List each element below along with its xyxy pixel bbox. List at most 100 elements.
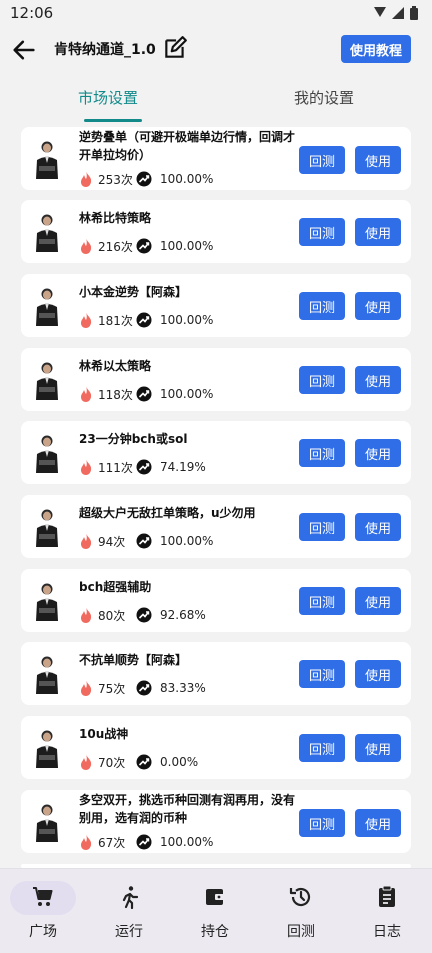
clipboard-icon xyxy=(379,885,395,907)
avatar xyxy=(33,802,61,842)
strategy-card[interactable]: 23一分钟bch或sol 111次 74.19% 回测 使用 xyxy=(21,421,411,484)
strategy-stats: 181次 100.00% xyxy=(79,311,213,329)
backtest-button[interactable]: 回测 xyxy=(299,513,345,541)
use-button[interactable]: 使用 xyxy=(355,660,401,688)
strategy-stats: 94次 100.00% xyxy=(79,532,213,550)
strategy-title: 林希以太策略 xyxy=(79,359,152,373)
avatar xyxy=(33,360,61,400)
nav-plaza[interactable]: 广场 xyxy=(0,869,86,953)
usage-count: 94次 xyxy=(98,534,126,549)
strategy-card[interactable]: bch超强辅助 80次 92.68% 回测 使用 xyxy=(21,569,411,632)
nav-logs[interactable]: 日志 xyxy=(344,869,430,953)
win-rate: 0.00% xyxy=(160,755,199,769)
fire-icon xyxy=(79,459,93,475)
fire-icon xyxy=(79,238,93,254)
backtest-button[interactable]: 回测 xyxy=(299,218,345,246)
usage-count: 253次 xyxy=(98,172,133,187)
nav-label: 回测 xyxy=(287,924,315,940)
use-button[interactable]: 使用 xyxy=(355,366,401,394)
nav-label: 广场 xyxy=(29,924,57,940)
backtest-button[interactable]: 回测 xyxy=(299,366,345,394)
strategy-title: 多空双开，挑选币种回测有润再用，没有别用，选有润的币种 xyxy=(79,793,296,825)
backtest-button[interactable]: 回测 xyxy=(299,439,345,467)
strategy-card[interactable]: 林希比特策略 216次 100.00% 回测 使用 xyxy=(21,200,411,263)
status-time: 12:06 xyxy=(10,4,54,22)
usage-count: 216次 xyxy=(98,239,133,254)
tab-market-settings[interactable]: 市场设置 xyxy=(0,78,216,122)
edit-icon[interactable] xyxy=(162,35,188,61)
cart-icon xyxy=(33,887,53,906)
strategy-card[interactable]: 10u战神 70次 0.00% 回测 使用 xyxy=(21,716,411,779)
page-title: 肯特纳通道_1.0 xyxy=(54,42,156,58)
strategy-card[interactable]: 逆势叠单（可避开极端单边行情，回调才开单拉均价） 253次 100.00% 回测 使用 xyxy=(21,127,411,190)
strategy-title: bch超强辅助 xyxy=(79,580,152,594)
fire-icon xyxy=(79,680,93,696)
use-button[interactable]: 使用 xyxy=(355,587,401,615)
strategy-stats: 253次 100.00% xyxy=(79,170,213,188)
status-bar: 12:06 xyxy=(0,0,432,26)
back-arrow-icon[interactable] xyxy=(10,36,38,64)
nav-label: 日志 xyxy=(373,924,401,940)
nav-positions[interactable]: 持仓 xyxy=(172,869,258,953)
win-rate: 100.00% xyxy=(160,835,214,849)
nav-label: 持仓 xyxy=(201,924,229,940)
nav-backtest[interactable]: 回测 xyxy=(258,869,344,953)
win-rate: 100.00% xyxy=(160,534,214,548)
strategy-stats: 67次 100.00% xyxy=(79,833,213,851)
fire-icon xyxy=(79,834,93,850)
strategy-title: 小本金逆势【阿森】 xyxy=(79,285,188,299)
usage-count: 111次 xyxy=(98,460,133,475)
strategy-card[interactable]: 不抗单顺势【阿森】 75次 83.33% 回测 使用 xyxy=(21,642,411,705)
backtest-button[interactable]: 回测 xyxy=(299,292,345,320)
running-icon xyxy=(122,886,139,909)
win-rate: 100.00% xyxy=(160,172,214,186)
backtest-button[interactable]: 回测 xyxy=(299,660,345,688)
backtest-button[interactable]: 回测 xyxy=(299,809,345,837)
usage-count: 75次 xyxy=(98,681,126,696)
strategy-card[interactable]: 小本金逆势【阿森】 181次 100.00% 回测 使用 xyxy=(21,274,411,337)
fire-icon xyxy=(79,754,93,770)
backtest-button[interactable]: 回测 xyxy=(299,146,345,174)
trend-icon xyxy=(136,533,152,549)
use-button[interactable]: 使用 xyxy=(355,292,401,320)
backtest-button[interactable]: 回测 xyxy=(299,734,345,762)
usage-count: 80次 xyxy=(98,608,126,623)
use-button[interactable]: 使用 xyxy=(355,734,401,762)
app-header: 肯特纳通道_1.0 使用教程 xyxy=(0,30,432,70)
use-button[interactable]: 使用 xyxy=(355,513,401,541)
fire-icon xyxy=(79,533,93,549)
strategy-stats: 216次 100.00% xyxy=(79,237,213,255)
usage-count: 118次 xyxy=(98,387,133,402)
wallet-icon xyxy=(206,889,225,905)
fire-icon xyxy=(79,171,93,187)
strategy-stats: 75次 83.33% xyxy=(79,679,206,697)
usage-count: 70次 xyxy=(98,755,126,770)
win-rate: 92.68% xyxy=(160,608,206,622)
trend-icon xyxy=(136,607,152,623)
strategy-stats: 70次 0.00% xyxy=(79,753,198,771)
backtest-button[interactable]: 回测 xyxy=(299,587,345,615)
nav-running[interactable]: 运行 xyxy=(86,869,172,953)
avatar xyxy=(33,433,61,473)
trend-icon xyxy=(136,171,152,187)
strategy-card[interactable]: 多空双开，挑选币种回测有润再用，没有别用，选有润的币种 67次 100.00% 回测使… xyxy=(21,790,411,853)
avatar xyxy=(33,654,61,694)
strategy-card[interactable]: 林希以太策略 118次 100.00% 回测 使用 xyxy=(21,348,411,411)
strategy-card[interactable]: 超级大户无敌扛单策略，u少勿用 94次 100.00% 回测 使用 xyxy=(21,495,411,558)
use-button[interactable]: 使用 xyxy=(355,809,401,837)
strategy-title: 不抗单顺势【阿森】 xyxy=(79,653,188,667)
fire-icon xyxy=(79,386,93,402)
win-rate: 74.19% xyxy=(160,460,206,474)
use-button[interactable]: 使用 xyxy=(355,439,401,467)
strategy-title: 10u战神 xyxy=(79,727,129,741)
tutorial-button[interactable]: 使用教程 xyxy=(341,35,411,63)
use-button[interactable]: 使用 xyxy=(355,146,401,174)
history-icon xyxy=(289,887,311,907)
usage-count: 67次 xyxy=(98,835,126,850)
tab-my-settings[interactable]: 我的设置 xyxy=(216,78,432,122)
use-button[interactable]: 使用 xyxy=(355,218,401,246)
trend-icon xyxy=(136,238,152,254)
trend-icon xyxy=(136,386,152,402)
trend-icon xyxy=(136,834,152,850)
trend-icon xyxy=(136,312,152,328)
